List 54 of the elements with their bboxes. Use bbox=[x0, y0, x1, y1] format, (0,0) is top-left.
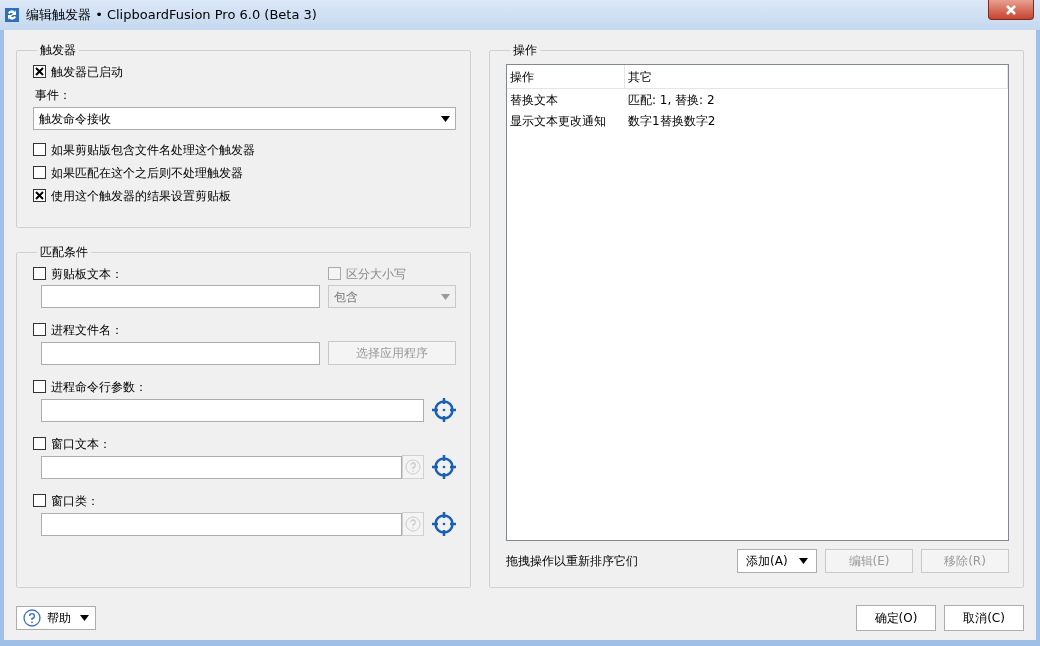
table-cell-text: 替换文本 bbox=[509, 91, 559, 109]
text-field[interactable] bbox=[41, 398, 424, 422]
checkbox-label: 如果匹配在这个之后则不处理触发器 bbox=[51, 164, 243, 182]
checkbox-label: 区分大小写 bbox=[346, 265, 406, 283]
checkbox-label: 进程文件名： bbox=[51, 321, 123, 339]
checkbox[interactable] bbox=[33, 437, 46, 450]
checkbox[interactable] bbox=[33, 323, 46, 336]
dropdown-arrow-icon bbox=[799, 558, 808, 564]
question-icon bbox=[405, 459, 421, 475]
table-cell-text: 匹配: 1, 替换: 2 bbox=[627, 91, 715, 109]
app-icon bbox=[4, 7, 20, 23]
field-label: 事件： bbox=[35, 87, 72, 104]
group-title: 操作 bbox=[512, 44, 538, 56]
text-field[interactable] bbox=[41, 455, 402, 479]
close-button[interactable] bbox=[988, 0, 1034, 20]
dropdown-arrow-icon bbox=[441, 115, 450, 122]
checkbox-label: 窗口文本： bbox=[51, 435, 111, 453]
event-dropdown[interactable]: 触发命令接收 bbox=[33, 107, 456, 130]
hint-text: 拖拽操作以重新排序它们 bbox=[506, 553, 639, 570]
action-button[interactable]: 添加(A) bbox=[737, 549, 817, 573]
checkbox[interactable] bbox=[33, 380, 46, 393]
checkbox[interactable] bbox=[33, 189, 46, 202]
checkbox[interactable] bbox=[33, 166, 46, 179]
text-field[interactable] bbox=[41, 512, 402, 536]
close-icon bbox=[1005, 4, 1017, 15]
checkbox-label: 进程命令行参数： bbox=[51, 378, 147, 396]
column-header[interactable]: 操作 bbox=[507, 65, 625, 88]
checkbox[interactable] bbox=[33, 65, 46, 78]
window-title: 编辑触发器 • ClipboardFusion Pro 6.0 (Beta 3) bbox=[26, 6, 317, 25]
checkbox-label: 如果剪贴版包含文件名处理这个触发器 bbox=[51, 141, 255, 159]
cancel-button[interactable]: 取消(C) bbox=[944, 605, 1024, 631]
checkbox-label: 触发器已启动 bbox=[51, 63, 123, 81]
group-title: 触发器 bbox=[39, 44, 77, 56]
checkbox[interactable] bbox=[33, 143, 46, 156]
table-cell-text: 显示文本更改通知 bbox=[509, 112, 607, 130]
group-title: 匹配条件 bbox=[39, 246, 89, 258]
crosshair-icon[interactable] bbox=[432, 512, 456, 536]
checkbox-label: 窗口类： bbox=[51, 492, 99, 510]
crosshair-icon[interactable] bbox=[432, 398, 456, 422]
dropdown-arrow-icon bbox=[441, 293, 450, 300]
checkbox[interactable] bbox=[33, 494, 46, 507]
text-field[interactable] bbox=[41, 285, 320, 308]
question-icon bbox=[405, 516, 421, 532]
help-button[interactable]: 帮助 bbox=[16, 606, 96, 630]
checkbox-label: 剪贴板文本： bbox=[51, 265, 123, 283]
crosshair-icon[interactable] bbox=[432, 455, 456, 479]
checkbox-label: 使用这个触发器的结果设置剪贴板 bbox=[51, 187, 231, 205]
dropdown-arrow-icon bbox=[80, 615, 89, 621]
text-field[interactable] bbox=[41, 341, 320, 365]
table-cell-text: 数字1替换数字2 bbox=[627, 112, 716, 130]
ok-button[interactable]: 确定(O) bbox=[856, 605, 936, 631]
checkbox[interactable] bbox=[33, 267, 46, 280]
question-icon bbox=[23, 609, 41, 627]
column-header[interactable]: 其它 bbox=[625, 65, 1008, 88]
